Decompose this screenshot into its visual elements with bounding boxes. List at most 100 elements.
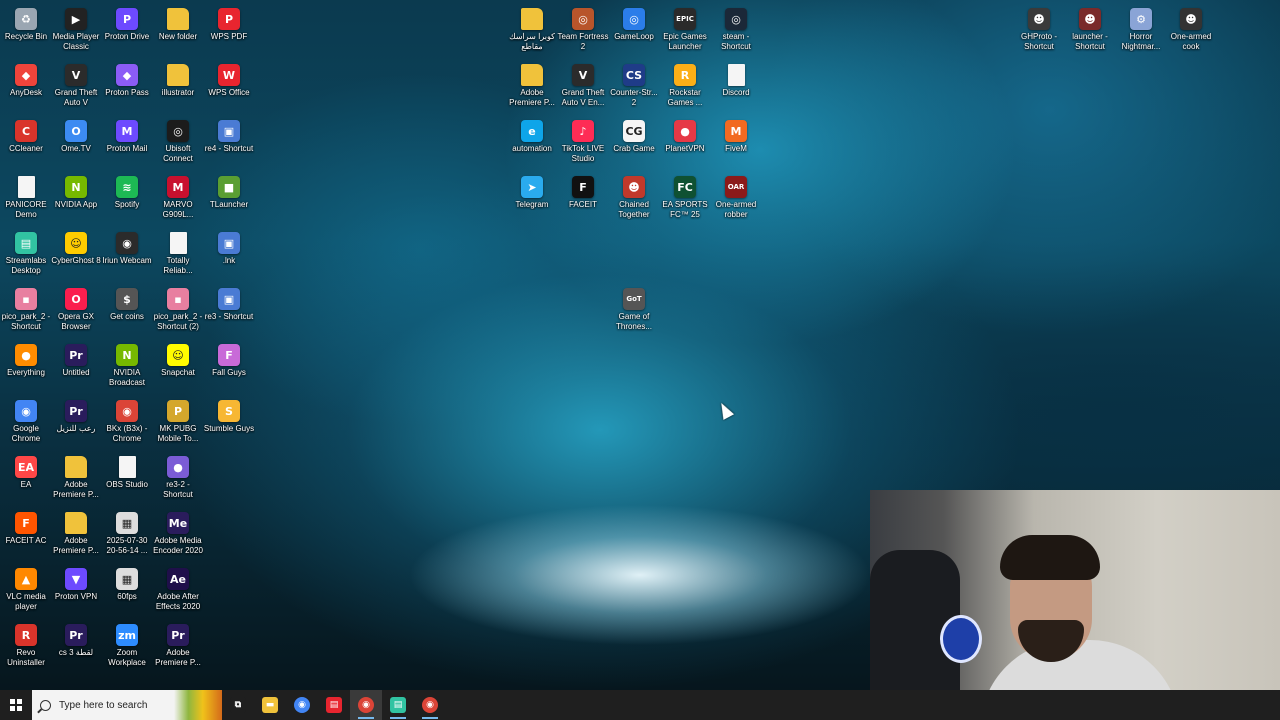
desktop-shortcut[interactable]: Pr Adobe Premiere P... [152, 619, 204, 675]
desktop-shortcut[interactable]: zm Zoom Workplace [101, 619, 153, 675]
pico-park-icon: ▪ [167, 288, 189, 310]
desktop-shortcut[interactable]: ♻ Recycle Bin [0, 3, 52, 59]
desktop-shortcut[interactable]: Adobe Premiere P... [506, 59, 558, 115]
desktop-shortcut[interactable]: ● re3-2 - Shortcut [152, 451, 204, 507]
desktop-shortcut[interactable]: Discord [710, 59, 762, 115]
desktop-shortcut[interactable]: OBS Studio [101, 451, 153, 507]
taskbar-search-box[interactable]: Type here to search [32, 690, 222, 720]
desktop-shortcut[interactable]: ⚙ Horror Nightmar... [1115, 3, 1167, 59]
taskbar-button[interactable]: ◉ [350, 690, 382, 720]
taskbar-button[interactable]: ▤ [382, 690, 414, 720]
desktop-shortcut[interactable]: ◎ GameLoop [608, 3, 660, 59]
desktop-shortcut[interactable]: O Opera GX Browser [50, 283, 102, 339]
desktop-shortcut[interactable]: ☺ CyberGhost 8 [50, 227, 102, 283]
desktop-shortcut[interactable]: illustrator [152, 59, 204, 115]
desktop-shortcut[interactable]: OAR One-armed robber [710, 171, 762, 227]
desktop-shortcut[interactable]: ☻ GHProto - Shortcut [1013, 3, 1065, 59]
desktop-shortcut[interactable]: F FACEIT AC [0, 507, 52, 563]
planetvpn-icon: ● [674, 120, 696, 142]
desktop-shortcut[interactable]: ◆ AnyDesk [0, 59, 52, 115]
desktop-shortcut[interactable]: Totally Reliab... [152, 227, 204, 283]
desktop-shortcut[interactable]: ▣ re3 - Shortcut [203, 283, 255, 339]
desktop-shortcut[interactable]: S Stumble Guys [203, 395, 255, 451]
shortcut-icon: ● [167, 456, 189, 478]
desktop-shortcut[interactable]: ▣ re4 - Shortcut [203, 115, 255, 171]
desktop-shortcut[interactable]: V Grand Theft Auto V [50, 59, 102, 115]
desktop-shortcut[interactable]: Pr Untitled [50, 339, 102, 395]
desktop-shortcut[interactable]: P MK PUBG Mobile To... [152, 395, 204, 451]
desktop-shortcut[interactable]: PANICORE Demo [0, 171, 52, 227]
desktop-shortcut[interactable]: e automation [506, 115, 558, 171]
stumble-guys-icon: S [218, 400, 240, 422]
desktop-shortcut[interactable]: Ae Adobe After Effects 2020 [152, 563, 204, 619]
desktop-shortcut[interactable]: $ Get coins [101, 283, 153, 339]
desktop-shortcut[interactable]: ◎ Team Fortress 2 [557, 3, 609, 59]
desktop-shortcut[interactable]: C CCleaner [0, 115, 52, 171]
desktop-shortcut[interactable]: ▦ 60fps [101, 563, 153, 619]
desktop-shortcut[interactable]: ▪ pico_park_2 - Shortcut [0, 283, 52, 339]
desktop-shortcut[interactable]: P Proton Drive [101, 3, 153, 59]
desktop-shortcut-label: 2025-07-30 20-56-14 ... [106, 536, 148, 555]
desktop-shortcut[interactable]: N NVIDIA App [50, 171, 102, 227]
desktop-shortcut[interactable]: M Proton Mail [101, 115, 153, 171]
desktop-shortcut[interactable]: ▦ 2025-07-30 20-56-14 ... [101, 507, 153, 563]
desktop-shortcut[interactable]: CS Counter-Str... 2 [608, 59, 660, 115]
desktop-shortcut[interactable]: ▣ .lnk [203, 227, 255, 283]
desktop-shortcut[interactable]: GoT Game of Thrones... [608, 283, 660, 339]
desktop-shortcut[interactable]: ◉ Google Chrome [0, 395, 52, 451]
desktop-shortcut[interactable]: EA EA [0, 451, 52, 507]
desktop-shortcut[interactable]: ☻ Chained Together [608, 171, 660, 227]
desktop-shortcut-label: One-armed cook [1170, 32, 1212, 51]
desktop-shortcut[interactable]: M MARVO G909L... [152, 171, 204, 227]
proton-mail-icon: M [116, 120, 138, 142]
desktop-shortcut[interactable]: F FACEIT [557, 171, 609, 227]
desktop-shortcut[interactable]: F Fall Guys [203, 339, 255, 395]
desktop-shortcut[interactable]: Adobe Premiere P... [50, 507, 102, 563]
desktop-shortcut[interactable]: ■ TLauncher [203, 171, 255, 227]
taskbar-button[interactable]: ◉ [414, 690, 446, 720]
desktop-shortcut[interactable]: EPIC Epic Games Launcher [659, 3, 711, 59]
desktop-shortcut[interactable]: ◆ Proton Pass [101, 59, 153, 115]
desktop-shortcut[interactable]: ◎ Ubisoft Connect [152, 115, 204, 171]
one-armed-cook-icon: ☻ [1180, 8, 1202, 30]
desktop-shortcut[interactable]: O Ome.TV [50, 115, 102, 171]
desktop-shortcut[interactable]: ▼ Proton VPN [50, 563, 102, 619]
desktop-shortcut[interactable]: Adobe Premiere P... [50, 451, 102, 507]
desktop-shortcut[interactable]: ➤ Telegram [506, 171, 558, 227]
taskbar-button[interactable]: ◉ [286, 690, 318, 720]
desktop-shortcut[interactable]: ▪ pico_park_2 - Shortcut (2) [152, 283, 204, 339]
taskbar-button[interactable]: ⧉ [222, 690, 254, 720]
desktop-shortcut[interactable]: ● PlanetVPN [659, 115, 711, 171]
desktop-shortcut[interactable]: ◉ Iriun Webcam [101, 227, 153, 283]
desktop-shortcut[interactable]: R Rockstar Games ... [659, 59, 711, 115]
desktop-shortcut[interactable]: ≋ Spotify [101, 171, 153, 227]
desktop-shortcut[interactable]: ▤ Streamlabs Desktop [0, 227, 52, 283]
premiere-file-icon: Pr [65, 624, 87, 646]
desktop-shortcut[interactable]: New folder [152, 3, 204, 59]
taskbar-app-list: ⧉ ▬ ◉ ▤ ◉ ▤ ◉ [222, 690, 446, 720]
desktop-shortcut[interactable]: ◉ BKx (B3x) - Chrome [101, 395, 153, 451]
desktop-shortcut[interactable]: V Grand Theft Auto V En... [557, 59, 609, 115]
desktop-shortcut[interactable]: CG Crab Game [608, 115, 660, 171]
desktop-shortcut[interactable]: M FiveM [710, 115, 762, 171]
desktop-shortcut[interactable]: ▲ VLC media player [0, 563, 52, 619]
desktop-shortcut[interactable]: R Revo Uninstaller [0, 619, 52, 675]
desktop-shortcut[interactable]: ☻ launcher - Shortcut [1064, 3, 1116, 59]
taskbar-button[interactable]: ▤ [318, 690, 350, 720]
desktop-shortcut[interactable]: ● Everything [0, 339, 52, 395]
desktop-shortcut[interactable]: Me Adobe Media Encoder 2020 [152, 507, 204, 563]
desktop-shortcut[interactable]: ☺ Snapchat [152, 339, 204, 395]
desktop-shortcut[interactable]: Pr cs 3 لقطة [50, 619, 102, 675]
desktop-shortcut[interactable]: Pr رعب للنزيل [50, 395, 102, 451]
desktop-shortcut[interactable]: P WPS PDF [203, 3, 255, 59]
desktop-shortcut[interactable]: N NVIDIA Broadcast [101, 339, 153, 395]
desktop-shortcut[interactable]: ☻ One-armed cook [1165, 3, 1217, 59]
desktop-shortcut[interactable]: كوبرا سراسك مقاطع [506, 3, 558, 59]
taskbar-button[interactable]: ▬ [254, 690, 286, 720]
desktop-shortcut[interactable]: ▶ Media Player Classic [50, 3, 102, 59]
desktop-shortcut[interactable]: FC EA SPORTS FC™ 25 [659, 171, 711, 227]
start-button[interactable] [0, 690, 32, 720]
desktop-shortcut[interactable]: W WPS Office [203, 59, 255, 115]
desktop-shortcut[interactable]: ♪ TikTok LIVE Studio [557, 115, 609, 171]
desktop-shortcut[interactable]: ◎ steam - Shortcut [710, 3, 762, 59]
